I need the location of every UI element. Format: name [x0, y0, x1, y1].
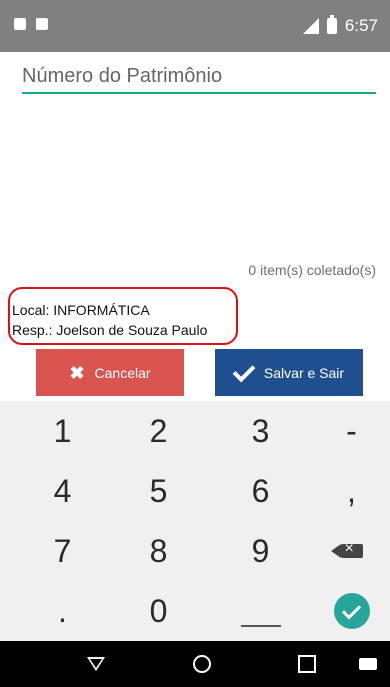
status-bar: 6:57 — [0, 0, 390, 52]
nav-recents-button[interactable] — [295, 641, 319, 687]
patrimonio-input[interactable] — [22, 62, 376, 90]
close-icon: ✖ — [69, 362, 85, 383]
key-dash[interactable]: - — [303, 401, 390, 461]
local-row: Local: INFORMÁTICA — [12, 300, 207, 320]
key-2[interactable]: 2 — [110, 401, 207, 461]
info-panel: Local: INFORMÁTICA Resp.: Joelson de Sou… — [12, 300, 207, 340]
status-time: 6:57 — [344, 16, 378, 35]
collected-count: 0 item(s) coletado(s) — [248, 262, 376, 278]
local-value: INFORMÁTICA — [53, 302, 150, 318]
nav-keyboard-button[interactable] — [356, 641, 380, 687]
nav-home-button[interactable] — [190, 641, 214, 687]
check-mark — [341, 599, 362, 620]
done-key[interactable] — [303, 581, 390, 641]
recents-square-icon — [298, 655, 316, 673]
resp-value: Joelson de Souza Paulo — [56, 322, 208, 338]
cancel-button[interactable]: ✖ Cancelar — [36, 349, 184, 396]
cancel-label: Cancelar — [94, 364, 151, 381]
back-triangle-icon — [87, 657, 105, 671]
battery-icon — [326, 15, 337, 34]
patrimonio-field[interactable] — [22, 62, 376, 90]
android-icon — [36, 18, 48, 30]
signal-icon — [302, 18, 319, 34]
resp-row: Resp.: Joelson de Souza Paulo — [12, 320, 207, 340]
patrimonio-underline — [22, 92, 376, 94]
key-3[interactable]: 3 — [212, 401, 309, 461]
local-label: Local: — [12, 302, 50, 318]
key-comma[interactable]: , — [303, 461, 390, 521]
navigation-bar — [0, 641, 390, 687]
key-dot[interactable]: . — [14, 581, 111, 641]
status-right-icons: 6:57 — [302, 15, 378, 36]
space-key[interactable] — [212, 581, 309, 641]
save-exit-button[interactable]: Salvar e Sair — [215, 349, 363, 396]
home-circle-icon — [193, 655, 211, 673]
key-4[interactable]: 4 — [14, 461, 111, 521]
key-7[interactable]: 7 — [14, 521, 111, 581]
status-left-icons — [14, 18, 48, 30]
backspace-icon — [330, 540, 363, 558]
nav-back-button[interactable] — [84, 641, 108, 687]
key-5[interactable]: 5 — [110, 461, 207, 521]
key-6[interactable]: 6 — [212, 461, 309, 521]
done-check-icon — [333, 593, 370, 629]
key-0[interactable]: 0 — [110, 581, 207, 641]
space-icon — [241, 625, 281, 627]
numeric-keyboard: 1 2 3 - 4 5 6 , 7 8 9 . 0 — [0, 401, 390, 641]
resp-label: Resp.: — [12, 322, 53, 338]
key-8[interactable]: 8 — [110, 521, 207, 581]
keyboard-icon — [359, 658, 377, 670]
check-icon — [232, 359, 256, 382]
key-1[interactable]: 1 — [14, 401, 111, 461]
backspace-key[interactable] — [303, 521, 390, 581]
key-9[interactable]: 9 — [212, 521, 309, 581]
save-label: Salvar e Sair — [263, 364, 345, 381]
notification-icon — [14, 18, 26, 30]
